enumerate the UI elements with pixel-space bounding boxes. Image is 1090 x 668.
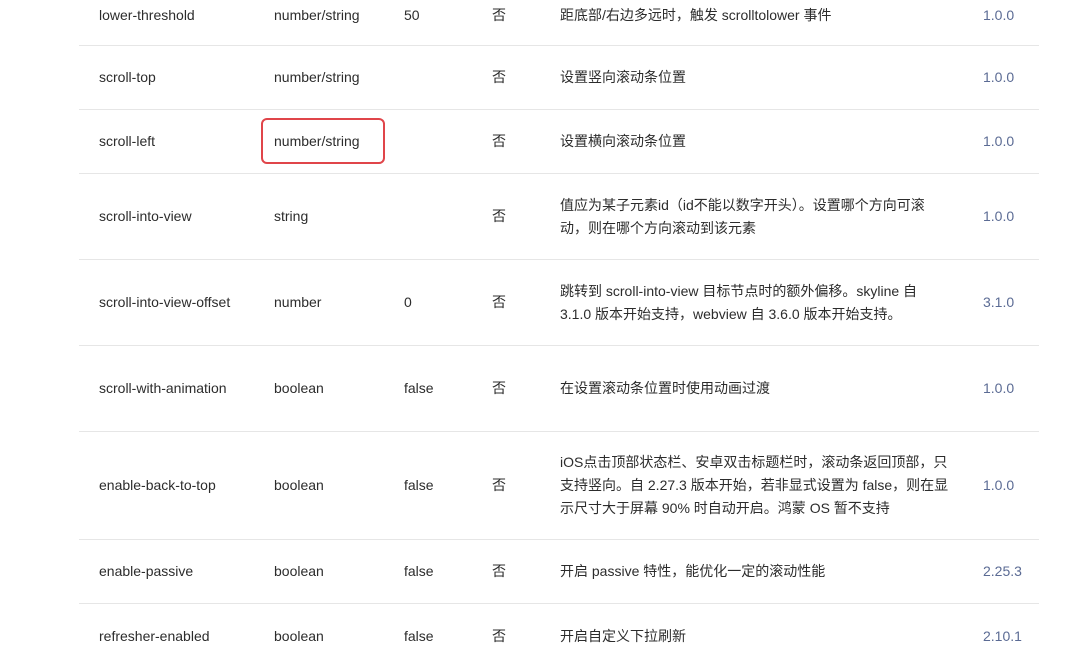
attr-description: 开启 passive 特性，能优化一定的滚动性能 xyxy=(560,563,826,579)
attr-type: string xyxy=(274,208,309,224)
attr-version-link[interactable]: 1.0.0 xyxy=(983,0,1043,30)
attr-description: 设置竖向滚动条位置 xyxy=(560,69,686,85)
attr-type: number xyxy=(274,294,322,310)
attr-name: scroll-left xyxy=(99,133,156,149)
attr-required: 否 xyxy=(492,133,506,149)
attributes-table: lower-threshold number/string 50 否 距底部/右… xyxy=(79,0,1039,668)
attr-required: 否 xyxy=(492,69,506,85)
attr-type: number/string xyxy=(274,6,360,23)
table-row: scroll-left number/string 否 设置横向滚动条位置 1.… xyxy=(79,110,1039,174)
attr-description: 跳转到 scroll-into-view 目标节点时的额外偏移。skyline … xyxy=(560,282,918,322)
attr-type: number/string xyxy=(274,69,360,85)
attr-version-link[interactable]: 1.0.0 xyxy=(983,346,1043,431)
attr-version-link[interactable]: 1.0.0 xyxy=(983,110,1043,173)
table-row: refresher-enabled boolean false 否 开启自定义下… xyxy=(79,604,1039,668)
attr-default: 50 xyxy=(404,6,420,23)
attr-type: boolean xyxy=(274,380,324,396)
attr-required: 否 xyxy=(492,208,506,224)
attr-required: 否 xyxy=(492,477,506,493)
attr-required: 否 xyxy=(492,627,506,644)
attr-name: scroll-with-animation xyxy=(99,380,227,396)
attr-default: false xyxy=(404,380,434,396)
attr-description: 开启自定义下拉刷新 xyxy=(560,627,686,644)
attr-type: boolean xyxy=(274,477,324,493)
table-row: enable-passive boolean false 否 开启 passiv… xyxy=(79,540,1039,604)
attr-description: 在设置滚动条位置时使用动画过渡 xyxy=(560,380,770,396)
highlight-box xyxy=(261,118,385,164)
attr-required: 否 xyxy=(492,380,506,396)
attr-default xyxy=(404,174,474,259)
attr-default: false xyxy=(404,563,434,579)
attr-default: 0 xyxy=(404,294,412,310)
attr-name: scroll-into-view-offset xyxy=(99,294,231,310)
attr-name: enable-back-to-top xyxy=(99,477,216,493)
table-row: lower-threshold number/string 50 否 距底部/右… xyxy=(79,0,1039,46)
attr-description: 距底部/右边多远时，触发 scrolltolower 事件 xyxy=(560,6,832,23)
attr-version-link[interactable]: 1.0.0 xyxy=(983,46,1043,109)
attr-version-link[interactable]: 1.0.0 xyxy=(983,174,1043,259)
attr-name: scroll-into-view xyxy=(99,208,192,224)
attr-version-link[interactable]: 2.10.1 xyxy=(983,604,1043,668)
attr-required: 否 xyxy=(492,294,506,310)
attr-name: enable-passive xyxy=(99,563,194,579)
attr-name: scroll-top xyxy=(99,69,156,85)
attr-default xyxy=(404,110,474,173)
attr-name: refresher-enabled xyxy=(99,627,210,644)
attr-description: iOS点击顶部状态栏、安卓双击标题栏时，滚动条返回顶部，只支持竖向。自 2.27… xyxy=(560,454,949,516)
attr-version-link[interactable]: 3.1.0 xyxy=(983,260,1043,345)
table-row: enable-back-to-top boolean false 否 iOS点击… xyxy=(79,432,1039,540)
attr-description: 值应为某子元素id（id不能以数字开头）。设置哪个方向可滚动，则在哪个方向滚动到… xyxy=(560,196,925,236)
table-row: scroll-top number/string 否 设置竖向滚动条位置 1.0… xyxy=(79,46,1039,110)
attr-required: 否 xyxy=(492,563,506,579)
table-row: scroll-into-view string 否 值应为某子元素id（id不能… xyxy=(79,174,1039,260)
attr-default: false xyxy=(404,627,434,644)
table-row: scroll-with-animation boolean false 否 在设… xyxy=(79,346,1039,432)
table-row: scroll-into-view-offset number 0 否 跳转到 s… xyxy=(79,260,1039,346)
attr-version-link[interactable]: 2.25.3 xyxy=(983,540,1043,603)
attr-version-link[interactable]: 1.0.0 xyxy=(983,432,1043,539)
attr-type: boolean xyxy=(274,563,324,579)
attr-required: 否 xyxy=(492,6,506,23)
attr-name: lower-threshold xyxy=(99,6,195,23)
attr-type: boolean xyxy=(274,627,324,644)
attr-default xyxy=(404,46,474,109)
attr-description: 设置横向滚动条位置 xyxy=(560,133,686,149)
attr-default: false xyxy=(404,477,434,493)
